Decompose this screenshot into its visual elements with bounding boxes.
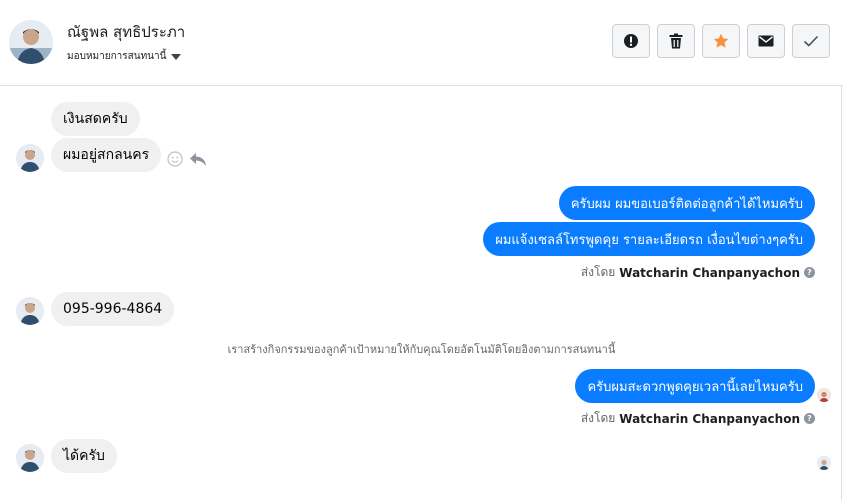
sent-by-info: ส่งโดย Watcharin Chanpanyachon ? <box>581 263 815 282</box>
sent-by-info: ส่งโดย Watcharin Chanpanyachon ? <box>581 409 815 428</box>
message-text: เงินสดครับ <box>63 111 128 127</box>
trash-icon <box>669 33 683 49</box>
sent-by-label: ส่งโดย <box>580 411 616 425</box>
contact-name[interactable]: ณัฐพล สุทธิประภา <box>67 20 185 44</box>
incoming-message[interactable]: 095-996-4864 <box>51 292 175 326</box>
sender-name: Watcharin Chanpanyachon <box>619 411 800 426</box>
message-text: ครับผมสะดวกพูดคุยเวลานี้เลยไหมครับ <box>587 379 803 395</box>
seen-avatar <box>817 456 831 470</box>
assign-label: มอบหมายการสนทนานี้ <box>67 51 167 62</box>
mark-unread-button[interactable] <box>747 24 785 58</box>
star-icon <box>713 33 729 48</box>
incoming-message[interactable]: เงินสดครับ <box>51 102 140 136</box>
sender-name: Watcharin Chanpanyachon <box>619 265 800 280</box>
emoji-react-icon[interactable] <box>167 151 183 167</box>
seen-avatar <box>817 388 831 402</box>
incoming-message[interactable]: ผมอยู่สกลนคร <box>51 138 162 172</box>
outgoing-message[interactable]: ผมแจ้งเซลล์โทรพูดคุย รายละเอียดรถ เงื่อน… <box>483 222 815 256</box>
message-actions <box>167 151 207 167</box>
chevron-down-icon <box>171 53 182 60</box>
sent-by-label: ส่งโดย <box>580 265 616 279</box>
contact-avatar-small <box>16 144 44 172</box>
incoming-message[interactable]: ได้ครับ <box>51 439 117 473</box>
outgoing-message[interactable]: ครับผมสะดวกพูดคุยเวลานี้เลยไหมครับ <box>575 369 815 403</box>
contact-avatar-small <box>16 444 44 472</box>
message-thread[interactable]: เงินสดครับ ผมอยู่สกลนคร ครับผม ผมขอเบอร์… <box>0 86 843 500</box>
help-icon[interactable]: ? <box>804 267 815 278</box>
contact-avatar-small <box>16 297 44 325</box>
envelope-icon <box>758 35 774 47</box>
message-text: 095-996-4864 <box>63 301 163 317</box>
conversation-header: ณัฐพล สุทธิประภา มอบหมายการสนทนานี้ <box>0 0 843 86</box>
header-actions <box>612 24 830 58</box>
star-button[interactable] <box>702 24 740 58</box>
reply-icon[interactable] <box>189 151 207 167</box>
message-text: ได้ครับ <box>63 448 105 464</box>
assign-conversation-dropdown[interactable]: มอบหมายการสนทนานี้ <box>67 49 182 64</box>
delete-button[interactable] <box>657 24 695 58</box>
message-text: ผมอยู่สกลนคร <box>63 147 150 163</box>
message-text: ผมแจ้งเซลล์โทรพูดคุย รายละเอียดรถ เงื่อน… <box>495 232 803 248</box>
message-text: ครับผม ผมขอเบอร์ติดต่อลูกค้าได้ไหมครับ <box>570 196 803 212</box>
mark-done-button[interactable] <box>792 24 830 58</box>
help-icon[interactable]: ? <box>804 413 815 424</box>
contact-avatar[interactable] <box>9 20 53 64</box>
check-icon <box>803 35 819 47</box>
system-notice: เราสร้างกิจกรรมของลูกค้าเป้าหมายให้กับคุ… <box>227 343 616 356</box>
alert-icon <box>624 34 638 48</box>
outgoing-message[interactable]: ครับผม ผมขอเบอร์ติดต่อลูกค้าได้ไหมครับ <box>558 186 815 220</box>
mark-spam-button[interactable] <box>612 24 650 58</box>
